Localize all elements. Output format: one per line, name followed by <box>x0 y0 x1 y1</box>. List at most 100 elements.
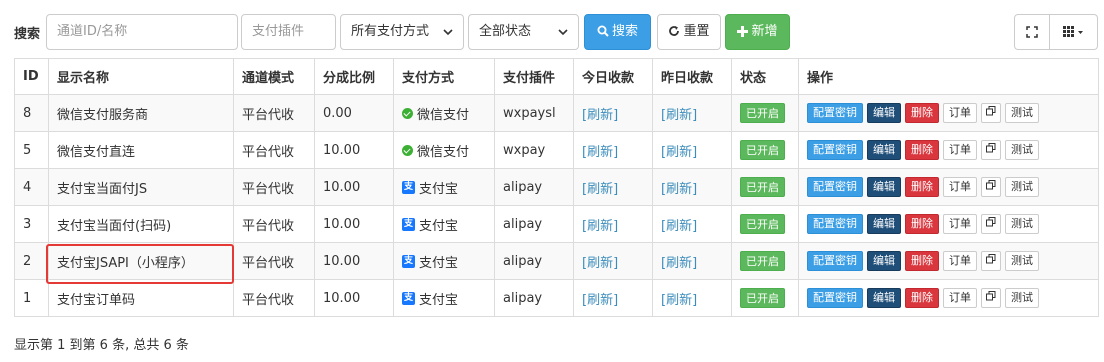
config-key-button[interactable]: 配置密钥 <box>807 251 863 271</box>
orders-button[interactable]: 订单 <box>943 103 977 123</box>
copy-button[interactable] <box>981 140 1001 160</box>
search-button[interactable]: 搜索 <box>584 14 651 50</box>
edit-button[interactable]: 编辑 <box>867 251 901 271</box>
cell-id: 8 <box>14 94 49 132</box>
test-button[interactable]: 测试 <box>1005 214 1039 234</box>
paytype-label: 微信支付 <box>417 144 470 160</box>
column-header[interactable]: 支付插件 <box>494 58 574 95</box>
fullscreen-button[interactable] <box>1014 14 1050 50</box>
edit-button[interactable]: 编辑 <box>867 140 901 160</box>
orders-button[interactable]: 订单 <box>943 140 977 160</box>
test-button[interactable]: 测试 <box>1005 103 1039 123</box>
cell-yesterday: [刷新] <box>652 242 732 280</box>
add-button[interactable]: 新增 <box>725 14 790 50</box>
column-header[interactable]: 操作 <box>798 58 1099 95</box>
copy-icon <box>986 291 996 301</box>
refresh-today-link[interactable]: [刷新] <box>582 219 618 234</box>
channel-search-input[interactable]: 通道ID/名称 <box>46 14 238 50</box>
column-header[interactable]: 分成比例 <box>314 58 394 95</box>
cell-paytype: 微信支付 <box>393 94 495 132</box>
cell-mode: 平台代收 <box>233 94 315 132</box>
copy-icon <box>986 143 996 153</box>
delete-button[interactable]: 删除 <box>905 214 939 234</box>
edit-button[interactable]: 编辑 <box>867 103 901 123</box>
search-icon <box>597 25 609 37</box>
delete-button[interactable]: 删除 <box>905 140 939 160</box>
cell-actions: 配置密钥 编辑 删除 订单 测试 <box>798 242 1099 280</box>
copy-button[interactable] <box>981 251 1001 271</box>
column-header[interactable]: 支付方式 <box>393 58 495 95</box>
alipay-icon: 支 <box>402 180 415 194</box>
cell-actions: 配置密钥 编辑 删除 订单 测试 <box>798 168 1099 206</box>
delete-button[interactable]: 删除 <box>905 251 939 271</box>
refresh-yesterday-link[interactable]: [刷新] <box>661 293 697 308</box>
orders-button[interactable]: 订单 <box>943 177 977 197</box>
test-button[interactable]: 测试 <box>1005 177 1039 197</box>
copy-button[interactable] <box>981 177 1001 197</box>
config-key-button[interactable]: 配置密钥 <box>807 140 863 160</box>
delete-button[interactable]: 删除 <box>905 288 939 308</box>
cell-paytype: 支支付宝 <box>393 205 495 243</box>
test-button[interactable]: 测试 <box>1005 140 1039 160</box>
test-button[interactable]: 测试 <box>1005 288 1039 308</box>
config-key-button[interactable]: 配置密钥 <box>807 288 863 308</box>
cell-mode: 平台代收 <box>233 242 315 280</box>
column-header[interactable]: 状态 <box>731 58 799 95</box>
cell-mode: 平台代收 <box>233 279 315 317</box>
refresh-today-link[interactable]: [刷新] <box>582 145 618 160</box>
status-badge[interactable]: 已开启 <box>740 288 785 308</box>
refresh-today-link[interactable]: [刷新] <box>582 256 618 271</box>
cell-yesterday: [刷新] <box>652 131 732 169</box>
refresh-today-link[interactable]: [刷新] <box>582 182 618 197</box>
status-badge[interactable]: 已开启 <box>740 214 785 234</box>
status-badge[interactable]: 已开启 <box>740 251 785 271</box>
refresh-yesterday-link[interactable]: [刷新] <box>661 182 697 197</box>
orders-button[interactable]: 订单 <box>943 251 977 271</box>
paytype-label: 微信支付 <box>417 107 470 123</box>
fullscreen-icon <box>1026 26 1038 38</box>
table-row: 1 支付宝订单码 平台代收 10.00 支支付宝 alipay [刷新] [刷新] 已开启 配置密… <box>14 279 1099 317</box>
cell-plugin: alipay <box>494 242 574 280</box>
copy-button[interactable] <box>981 288 1001 308</box>
refresh-yesterday-link[interactable]: [刷新] <box>661 108 697 123</box>
status-badge[interactable]: 已开启 <box>740 140 785 160</box>
paytype-label: 支付宝 <box>419 218 459 234</box>
copy-icon <box>986 217 996 227</box>
refresh-yesterday-link[interactable]: [刷新] <box>661 219 697 234</box>
status-badge[interactable]: 已开启 <box>740 103 785 123</box>
table-row: 5 微信支付直连 平台代收 10.00 微信支付 wxpay [刷新] [刷新] 已开启 配置密钥… <box>14 131 1099 169</box>
copy-button[interactable] <box>981 214 1001 234</box>
refresh-today-link[interactable]: [刷新] <box>582 108 618 123</box>
orders-button[interactable]: 订单 <box>943 288 977 308</box>
status-select[interactable]: 全部状态 <box>468 14 579 50</box>
column-header[interactable]: 昨日收款 <box>652 58 732 95</box>
edit-button[interactable]: 编辑 <box>867 177 901 197</box>
refresh-today-link[interactable]: [刷新] <box>582 293 618 308</box>
copy-button[interactable] <box>981 103 1001 123</box>
cell-paytype: 微信支付 <box>393 131 495 169</box>
column-header[interactable]: 显示名称 <box>48 58 234 95</box>
column-header[interactable]: ID <box>14 58 49 95</box>
refresh-yesterday-link[interactable]: [刷新] <box>661 145 697 160</box>
reset-button[interactable]: 重置 <box>657 14 721 50</box>
paytype-label: 支付宝 <box>419 255 459 271</box>
table-tools <box>1014 14 1098 50</box>
config-key-button[interactable]: 配置密钥 <box>807 103 863 123</box>
refresh-yesterday-link[interactable]: [刷新] <box>661 256 697 271</box>
edit-button[interactable]: 编辑 <box>867 288 901 308</box>
edit-button[interactable]: 编辑 <box>867 214 901 234</box>
plugin-search-input[interactable]: 支付插件 <box>241 14 336 50</box>
config-key-button[interactable]: 配置密钥 <box>807 214 863 234</box>
delete-button[interactable]: 删除 <box>905 177 939 197</box>
orders-button[interactable]: 订单 <box>943 214 977 234</box>
cell-plugin: alipay <box>494 279 574 317</box>
column-header[interactable]: 通道模式 <box>233 58 315 95</box>
paytype-select[interactable]: 所有支付方式 <box>340 14 464 50</box>
config-key-button[interactable]: 配置密钥 <box>807 177 863 197</box>
delete-button[interactable]: 删除 <box>905 103 939 123</box>
column-header[interactable]: 今日收款 <box>573 58 653 95</box>
test-button[interactable]: 测试 <box>1005 251 1039 271</box>
status-badge[interactable]: 已开启 <box>740 177 785 197</box>
paytype-label: 支付宝 <box>419 181 459 197</box>
columns-toggle-button[interactable] <box>1050 14 1098 50</box>
